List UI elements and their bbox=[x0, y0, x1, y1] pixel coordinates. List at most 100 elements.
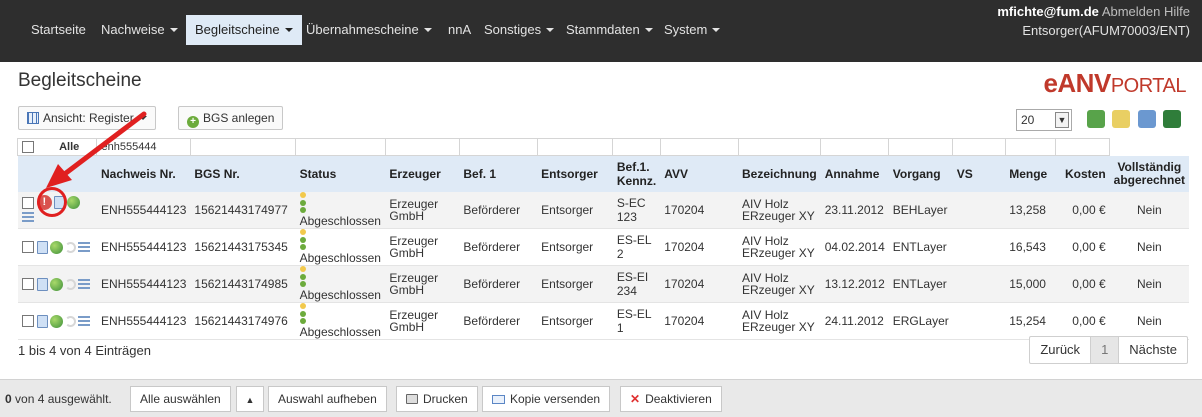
select-all-dropdown-button[interactable]: ▲ bbox=[236, 386, 264, 412]
filter-cell[interactable] bbox=[820, 138, 890, 156]
row-checkbox[interactable] bbox=[21, 196, 34, 209]
edit-note-icon[interactable] bbox=[1112, 110, 1130, 128]
filter-cell[interactable] bbox=[888, 138, 954, 156]
filter-cell[interactable] bbox=[659, 138, 739, 156]
send-copy-button[interactable]: Kopie versenden bbox=[482, 386, 611, 412]
list-icon[interactable] bbox=[77, 241, 90, 253]
nav-stammdaten[interactable]: Stammdaten bbox=[566, 22, 653, 37]
status-traffic-light-icon bbox=[299, 228, 306, 251]
filter-cell[interactable] bbox=[458, 138, 538, 156]
nav-sonstiges[interactable]: Sonstiges bbox=[484, 22, 555, 37]
col-header-abgerechnet[interactable]: Vollständig abgerechnet bbox=[1109, 155, 1189, 192]
nav-begleitscheine[interactable]: Begleitscheine bbox=[186, 15, 302, 45]
document-icon[interactable] bbox=[36, 240, 48, 254]
excel-export-icon[interactable] bbox=[1163, 110, 1181, 128]
filter-cell[interactable] bbox=[295, 138, 386, 156]
row-checkbox[interactable] bbox=[21, 315, 34, 328]
page-size-value: 20 bbox=[1021, 113, 1035, 127]
window-icon[interactable] bbox=[1138, 110, 1156, 128]
bgs-create-button[interactable]: + BGS anlegen bbox=[178, 106, 284, 130]
filter-cell[interactable] bbox=[612, 138, 661, 156]
cell-annahme: 24.11.2012 bbox=[820, 302, 889, 340]
page-size-select[interactable]: 20 ▼ bbox=[1016, 109, 1072, 131]
col-header-status[interactable]: Status bbox=[295, 155, 386, 192]
filter-cell[interactable] bbox=[384, 138, 460, 156]
table-row[interactable]: ENH555444123 15621443174976 Abgeschlosse… bbox=[17, 302, 1189, 340]
list-icon[interactable] bbox=[77, 278, 90, 290]
col-header-avv[interactable]: AVV bbox=[660, 155, 739, 192]
help-link[interactable]: Hilfe bbox=[1164, 4, 1190, 19]
col-header-kosten[interactable]: Kosten bbox=[1055, 155, 1110, 192]
col-header-menge[interactable]: Menge bbox=[1005, 155, 1056, 192]
select-all-button[interactable]: Alle auswählen bbox=[130, 386, 231, 412]
cell-kennz: ES-EL 2 bbox=[612, 228, 661, 266]
filter-cell[interactable] bbox=[189, 138, 297, 156]
cell-bgs: 15621443175345 bbox=[190, 228, 296, 266]
status-label: Abgeschlossen bbox=[299, 324, 381, 339]
refresh-icon[interactable] bbox=[1087, 110, 1105, 128]
cell-abgerechnet: Nein bbox=[1109, 265, 1189, 303]
nav-system[interactable]: System bbox=[664, 22, 721, 37]
cell-abgerechnet: Nein bbox=[1109, 228, 1189, 266]
col-header-erzeuger[interactable]: Erzeuger bbox=[385, 155, 460, 192]
col-header-bgs[interactable]: BGS Nr. bbox=[190, 155, 296, 192]
deactivate-button[interactable]: ✕ Deaktivieren bbox=[620, 386, 722, 412]
selected-text: von 4 ausgewählt. bbox=[15, 392, 112, 406]
cell-erzeuger: Erzeuger GmbH bbox=[385, 265, 460, 303]
col-header-annahme[interactable]: Annahme bbox=[820, 155, 889, 192]
table-row[interactable]: ENH555444123 15621443174985 Abgeschlosse… bbox=[17, 265, 1189, 303]
cell-vorgang[interactable]: ENTLayer bbox=[888, 228, 953, 266]
cell-abgerechnet: Nein bbox=[1109, 191, 1189, 229]
cell-menge: 16,543 bbox=[1005, 228, 1056, 266]
col-header-entsorger[interactable]: Entsorger bbox=[537, 155, 613, 192]
filter-cell[interactable] bbox=[737, 138, 822, 156]
cell-vorgang[interactable]: BEHLayer bbox=[888, 191, 953, 229]
cell-status: Abgeschlossen bbox=[295, 228, 386, 266]
current-page-button[interactable]: 1 bbox=[1091, 337, 1120, 363]
row-checkbox[interactable] bbox=[21, 278, 34, 291]
select-all-checkbox[interactable] bbox=[22, 141, 34, 154]
logout-link[interactable]: Abmelden bbox=[1102, 4, 1161, 19]
filter-cell[interactable] bbox=[536, 138, 614, 156]
document-icon[interactable] bbox=[36, 314, 48, 328]
row-checkbox[interactable] bbox=[21, 241, 34, 254]
moon-icon[interactable] bbox=[64, 278, 76, 290]
filter-cell[interactable] bbox=[952, 138, 1006, 156]
globe-icon[interactable] bbox=[49, 240, 63, 254]
status-traffic-light-icon bbox=[299, 265, 306, 288]
filter-cell[interactable] bbox=[1055, 138, 1111, 156]
globe-icon[interactable] bbox=[49, 314, 63, 328]
cell-avv: 170204 bbox=[660, 302, 739, 340]
nav-uebernahmescheine[interactable]: Übernahmescheine bbox=[306, 22, 432, 37]
list-icon[interactable] bbox=[77, 315, 90, 327]
role-dropdown[interactable]: Entsorger(AFUM70003/ENT) bbox=[997, 23, 1190, 38]
cell-vorgang[interactable]: ENTLayer bbox=[888, 265, 953, 303]
col-header-bef1[interactable]: Bef. 1 bbox=[459, 155, 538, 192]
col-header-vs[interactable]: VS bbox=[952, 155, 1006, 192]
globe-icon[interactable] bbox=[66, 196, 80, 210]
list-icon[interactable] bbox=[21, 212, 34, 224]
nav-startseite[interactable]: Startseite bbox=[31, 22, 86, 37]
col-header-bezeichnung[interactable]: Bezeichnung bbox=[738, 155, 821, 192]
table-row[interactable]: ! ENH555444123 15621443174977 Abgeschlos… bbox=[17, 191, 1189, 229]
document-icon[interactable] bbox=[36, 277, 48, 291]
moon-icon[interactable] bbox=[64, 315, 76, 327]
globe-icon[interactable] bbox=[49, 277, 63, 291]
nav-nachweise[interactable]: Nachweise bbox=[101, 22, 178, 37]
table-row[interactable]: ENH555444123 15621443175345 Abgeschlosse… bbox=[17, 228, 1189, 266]
nav-nna[interactable]: nnA bbox=[448, 22, 471, 37]
filter-cell[interactable] bbox=[1004, 138, 1057, 156]
clear-selection-button[interactable]: Auswahl aufheben bbox=[268, 386, 387, 412]
col-header-vorgang[interactable]: Vorgang bbox=[888, 155, 953, 192]
cell-bgs: 15621443174977 bbox=[190, 191, 296, 229]
col-header-kennz[interactable]: Bef.1. Kennz. bbox=[612, 155, 661, 192]
print-button[interactable]: Drucken bbox=[396, 386, 478, 412]
cell-kennz: S-EC 123 bbox=[612, 191, 661, 229]
cell-vorgang[interactable]: ERGLayer bbox=[888, 302, 953, 340]
bezeichnung-line1: AIV Holz bbox=[742, 307, 789, 322]
nav-startseite-label: Startseite bbox=[31, 22, 86, 37]
moon-icon[interactable] bbox=[64, 241, 76, 253]
cell-bezeichnung: AIV Holz ERzeuger XY bbox=[738, 191, 821, 229]
prev-page-button[interactable]: Zurück bbox=[1030, 337, 1092, 363]
next-page-button[interactable]: Nächste bbox=[1119, 337, 1187, 363]
